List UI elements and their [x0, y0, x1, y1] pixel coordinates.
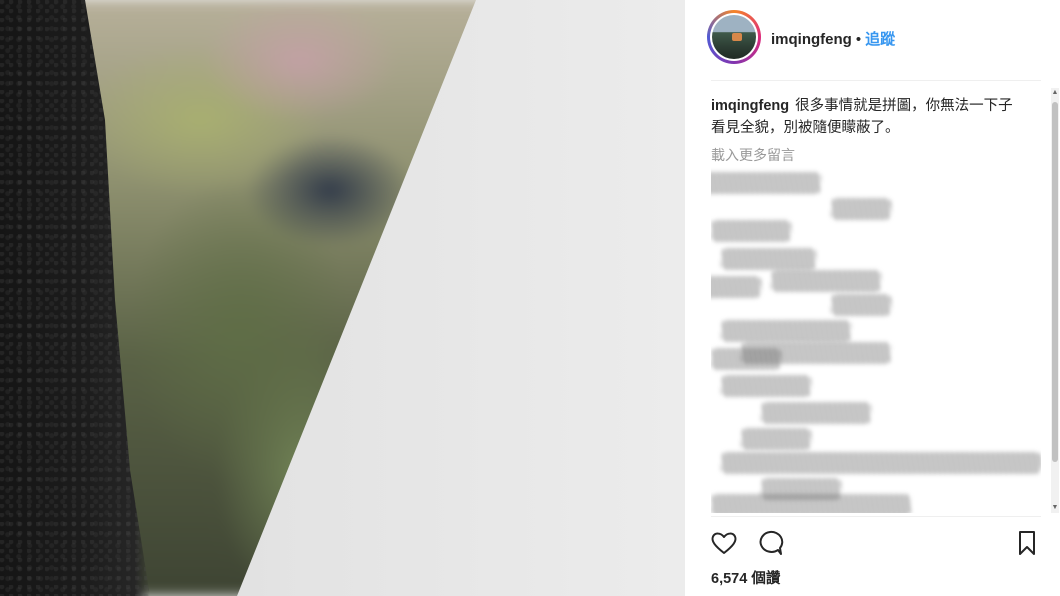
header-divider: [711, 80, 1041, 81]
scroll-down-icon[interactable]: ▼: [1051, 503, 1059, 513]
redacted-comment: [711, 494, 911, 513]
redacted-comment: [771, 270, 881, 292]
view-count-label: 個讚: [751, 571, 781, 587]
comment-icon[interactable]: [755, 528, 785, 558]
post-header: imqingfeng • 追蹤: [685, 0, 1060, 80]
redacted-comment: [831, 198, 891, 220]
post-panel: imqingfeng • 追蹤 imqingfeng 很多事情就是拼圖，你無法一下子看…: [685, 0, 1060, 596]
caption: imqingfeng 很多事情就是拼圖，你無法一下子看見全貌，別被隨便矇蔽了。: [711, 95, 1021, 139]
redacted-comment: [711, 220, 791, 242]
view-count[interactable]: 6,574 個讚: [711, 567, 780, 588]
redacted-comment: [721, 452, 1041, 474]
actions-divider: [711, 516, 1041, 517]
redacted-comment: [721, 320, 851, 342]
scroll-up-icon[interactable]: ▲: [1051, 88, 1059, 98]
post-actions: [709, 528, 1044, 558]
bookmark-icon[interactable]: [1012, 528, 1042, 558]
header-username[interactable]: imqingfeng: [771, 31, 852, 48]
redacted-comment: [711, 172, 821, 194]
redacted-comment: [741, 428, 811, 450]
post-photo: [0, 0, 685, 596]
avatar-ring-inner: [710, 13, 758, 61]
redacted-comment: [741, 342, 891, 364]
redacted-comments: [711, 170, 1041, 513]
heart-icon[interactable]: [709, 528, 739, 558]
load-more-comments-button[interactable]: 載入更多留言: [711, 145, 1041, 165]
scroll-thumb[interactable]: [1052, 102, 1058, 462]
header-dot: •: [855, 31, 862, 48]
redacted-comment: [761, 402, 871, 424]
redacted-comment: [831, 294, 891, 316]
avatar-image: [712, 15, 756, 59]
header-text: imqingfeng • 追蹤: [771, 28, 895, 49]
avatar[interactable]: [707, 10, 761, 64]
redacted-comment: [721, 248, 816, 270]
comments-section: imqingfeng 很多事情就是拼圖，你無法一下子看見全貌，別被隨便矇蔽了。 載…: [711, 95, 1041, 513]
view-count-number: 6,574: [711, 571, 748, 587]
follow-button[interactable]: 追蹤: [865, 31, 895, 48]
caption-username[interactable]: imqingfeng: [711, 98, 789, 114]
redacted-comment: [711, 276, 761, 298]
comments-scrollbar[interactable]: ▲ ▼: [1051, 88, 1059, 513]
redacted-comment: [721, 375, 811, 397]
